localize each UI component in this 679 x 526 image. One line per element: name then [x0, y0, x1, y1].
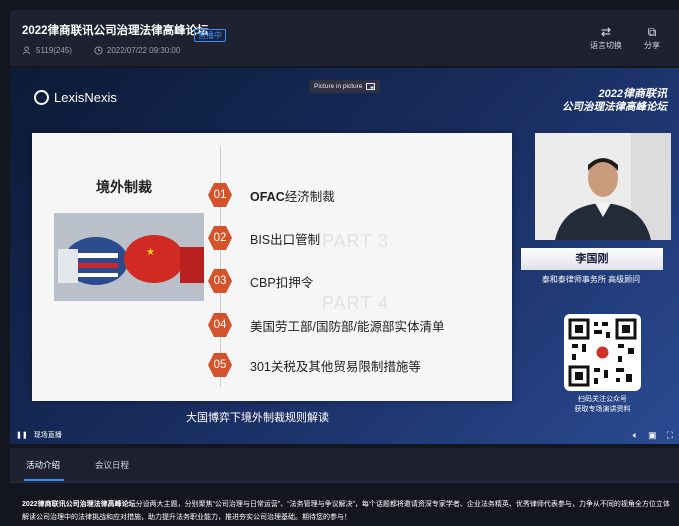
brand-name: LexisNexis: [54, 90, 117, 105]
clock-icon: [94, 46, 103, 55]
danmaku-toggle-icon[interactable]: ▣: [648, 430, 657, 441]
presentation-slide: 境外制裁 ★ PART 3 PART 4 01 OFAC经济制裁 02 BIS出…: [32, 133, 512, 401]
control-right-group: 🔈︎ ▣ ⛶: [633, 430, 673, 441]
slide-item-text: 美国劳工部/国防部/能源部实体清单: [250, 319, 445, 334]
slide-item-number: 05: [208, 353, 232, 377]
speaker-video: [535, 133, 671, 240]
share-label: 分享: [644, 41, 660, 50]
tab-bar: 活动介绍 会议日程: [10, 448, 679, 483]
video-player[interactable]: LexisNexis Picture in picture 2022律商联讯 公…: [10, 68, 679, 444]
fullscreen-icon[interactable]: ⛶: [667, 430, 673, 441]
slide-item-number: 02: [208, 226, 232, 250]
lexisnexis-emblem-icon: [34, 90, 49, 105]
qr-caption: 扫码关注公众号 获取专场演讲资料: [574, 396, 631, 413]
viewers-icon: [23, 46, 31, 55]
slide-item-4: 04 美国劳工部/国防部/能源部实体清单: [208, 313, 444, 337]
share-icon: ⧉: [647, 25, 657, 39]
forum-logo-line1: 2022律商联讯: [598, 88, 667, 100]
slide-item-2: 02 BIS出口管制: [208, 226, 320, 250]
viewer-count: 5119(245): [36, 46, 72, 55]
slide-item-1: 01 OFAC经济制裁: [208, 183, 335, 207]
slide-item-number: 04: [208, 313, 232, 337]
event-header: 2022律商联讯公司治理法律高峰论坛 直播中 5119(245) 2022/07…: [10, 10, 679, 66]
description-highlight: 2022律商联讯公司治理法律高峰论坛: [22, 501, 136, 508]
event-meta: 5119(245) 2022/07/22 09:30:00: [23, 46, 180, 55]
pip-icon: [366, 83, 376, 90]
live-status-label: 现场直播: [33, 432, 62, 439]
svg-text:★: ★: [146, 247, 155, 258]
forum-logo: 2022律商联讯 公司治理法律高峰论坛: [562, 88, 667, 114]
event-datetime: 2022/07/22 09:30:00: [106, 46, 181, 55]
active-tab-indicator: [24, 479, 64, 481]
tab-agenda[interactable]: 会议日程: [95, 459, 129, 471]
share-button[interactable]: ⧉ 分享: [632, 24, 672, 51]
volume-icon[interactable]: 🔈︎: [633, 430, 638, 441]
slide-item-number: 01: [208, 183, 232, 207]
video-subtitle: 大国博弈下境外制裁规则解读: [186, 412, 329, 424]
event-title: 2022律商联讯公司治理法律高峰论坛: [22, 25, 209, 37]
slide-item-text: 301关税及其他贸易限制措施等: [250, 359, 421, 374]
slide-watermark-part3: PART 3: [322, 231, 390, 251]
slide-item-text: OFAC经济制裁: [250, 189, 335, 204]
slide-item-5: 05 301关税及其他贸易限制措施等: [208, 353, 421, 377]
wechat-qr-code: [564, 314, 641, 391]
speaker-title: 泰和泰律师事务所 高级顾问: [541, 275, 641, 284]
event-description: 2022律商联讯公司治理法律高峰论坛分设两大主题，分别聚焦“公司治理与日常运营”…: [22, 498, 672, 524]
forum-logo-line2: 公司治理法律高峰论坛: [562, 101, 667, 113]
picture-in-picture-button[interactable]: Picture in picture: [309, 80, 381, 93]
pip-label: Picture in picture: [314, 83, 363, 90]
speaker-name: 李国刚: [521, 248, 663, 270]
slide-item-number: 03: [208, 269, 232, 293]
lexisnexis-logo: LexisNexis: [34, 90, 117, 105]
language-switch-label: 语言切换: [590, 41, 622, 50]
slide-heading: 境外制裁: [96, 179, 152, 195]
video-controls: ❚❚ 现场直播 🔈︎ ▣ ⛶: [10, 426, 679, 444]
pause-icon[interactable]: ❚❚: [16, 431, 28, 439]
slide-item-text: CBP扣押令: [250, 275, 314, 290]
slide-watermark-part4: PART 4: [322, 293, 390, 313]
slide-item-text: BIS出口管制: [250, 232, 321, 247]
tab-event-intro[interactable]: 活动介绍: [26, 459, 60, 471]
translate-icon: ⇄: [600, 25, 612, 39]
live-status-badge: 直播中: [194, 29, 226, 42]
slide-item-3: 03 CBP扣押令: [208, 269, 313, 293]
language-switch-button[interactable]: ⇄ 语言切换: [586, 24, 626, 51]
trade-war-boxing-gloves-image: ★: [54, 213, 204, 301]
